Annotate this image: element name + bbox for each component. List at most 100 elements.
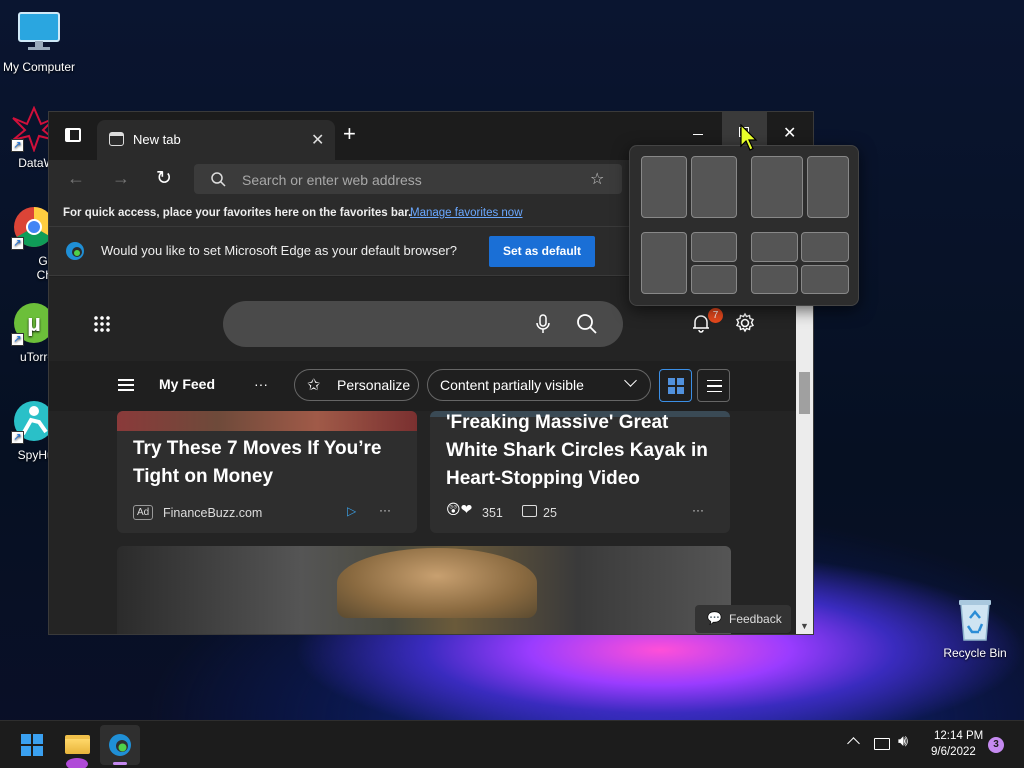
network-icon[interactable] bbox=[874, 738, 890, 750]
file-explorer-button[interactable] bbox=[57, 725, 97, 768]
comment-icon[interactable] bbox=[522, 505, 537, 517]
reaction-emoji-icon: 😲❤ bbox=[446, 501, 473, 517]
windows-logo-icon bbox=[21, 734, 43, 756]
page-scrollbar[interactable]: ▼ bbox=[796, 277, 813, 634]
feed-toolbar: My Feed ··· ✩ Personalize Content partia… bbox=[49, 361, 797, 411]
tab-actions-icon[interactable] bbox=[65, 128, 81, 142]
set-as-default-button[interactable]: Set as default bbox=[489, 236, 595, 267]
card-more-options[interactable]: ··· bbox=[692, 503, 704, 517]
folder-icon bbox=[65, 735, 90, 754]
comment-count: 25 bbox=[543, 506, 557, 520]
card-image bbox=[337, 548, 537, 618]
grid-view-icon bbox=[668, 378, 684, 394]
card-image bbox=[117, 411, 417, 431]
scroll-down-arrow-icon[interactable]: ▼ bbox=[800, 621, 809, 631]
feed-more-options[interactable]: ··· bbox=[254, 376, 268, 392]
search-icon[interactable] bbox=[577, 314, 597, 334]
volume-icon[interactable]: 🔊︎ bbox=[898, 733, 908, 751]
notification-count-badge: 7 bbox=[708, 308, 723, 323]
shortcut-arrow-icon: ↗ bbox=[11, 431, 24, 444]
personalize-sparkle-icon: ✩ bbox=[307, 377, 321, 394]
feed-menu-icon[interactable] bbox=[118, 379, 134, 391]
card-headline: 'Freaking Massive' Great White Shark Cir… bbox=[446, 412, 708, 489]
search-icon bbox=[211, 172, 226, 187]
manage-favorites-link[interactable]: Manage favorites now bbox=[410, 207, 523, 219]
snap-layout-three-bottom[interactable] bbox=[691, 265, 737, 294]
address-placeholder: Search or enter web address bbox=[242, 172, 422, 188]
clock-date[interactable]: 9/6/2022 bbox=[931, 746, 976, 758]
desktop-icon-label: Recycle Bin bbox=[943, 646, 1007, 660]
list-view-button[interactable] bbox=[697, 369, 730, 402]
snap-layout-half-right[interactable] bbox=[691, 156, 737, 218]
edge-logo-icon bbox=[66, 242, 84, 260]
new-tab-page: 7 My Feed ··· ✩ Personalize Content part… bbox=[49, 277, 797, 634]
scroll-thumb[interactable] bbox=[799, 372, 810, 414]
address-bar[interactable]: Search or enter web address ☆ bbox=[194, 164, 622, 194]
monitor-icon bbox=[16, 10, 62, 56]
snap-layout-three-top[interactable] bbox=[691, 232, 737, 262]
notification-center-badge[interactable]: 3 bbox=[988, 737, 1004, 753]
back-arrow-icon[interactable]: ← bbox=[67, 168, 85, 189]
snap-layout-quad-tr[interactable] bbox=[801, 232, 849, 262]
feedback-button[interactable]: 💬 Feedback bbox=[695, 605, 791, 633]
edge-taskbar-button[interactable] bbox=[100, 725, 140, 765]
edge-logo-icon bbox=[109, 734, 131, 756]
my-feed-tab[interactable]: My Feed bbox=[159, 376, 215, 392]
settings-gear-icon[interactable] bbox=[734, 312, 756, 334]
content-visibility-dropdown[interactable]: Content partially visible bbox=[427, 369, 651, 401]
add-favorite-star-icon[interactable]: ☆ bbox=[590, 169, 604, 189]
news-card-image[interactable] bbox=[117, 546, 731, 634]
app-running-indicator bbox=[66, 758, 88, 768]
personalize-button[interactable]: ✩ Personalize bbox=[294, 369, 419, 401]
snap-layout-three-main[interactable] bbox=[641, 232, 687, 294]
grid-view-button[interactable] bbox=[659, 369, 692, 402]
personalize-label: Personalize bbox=[337, 377, 411, 393]
close-tab-icon[interactable]: ✕ bbox=[311, 130, 324, 150]
snap-layout-half-left[interactable] bbox=[641, 156, 687, 218]
snap-layouts-flyout bbox=[629, 145, 859, 306]
ad-badge: Ad bbox=[133, 505, 154, 520]
active-app-indicator bbox=[113, 762, 127, 765]
recycle-bin-icon bbox=[952, 596, 998, 642]
desktop-icon-label: My Computer bbox=[2, 60, 76, 74]
snap-layout-quad-tl[interactable] bbox=[751, 232, 798, 262]
tab-new-tab[interactable]: New tab ✕ bbox=[97, 120, 335, 160]
mouse-cursor-icon bbox=[740, 124, 758, 151]
minimize-icon[interactable] bbox=[693, 134, 703, 135]
close-window-icon[interactable]: ✕ bbox=[783, 123, 796, 143]
refresh-icon[interactable]: ↻ bbox=[156, 167, 172, 190]
page-search-box[interactable] bbox=[223, 301, 623, 347]
new-tab-plus-icon[interactable]: + bbox=[343, 122, 356, 146]
snap-layout-quad-bl[interactable] bbox=[751, 265, 798, 294]
microphone-icon[interactable] bbox=[535, 314, 551, 334]
card-source: FinanceBuzz.com bbox=[163, 506, 263, 520]
shortcut-arrow-icon: ↗ bbox=[11, 237, 24, 250]
shortcut-arrow-icon: ↗ bbox=[11, 139, 24, 152]
new-tab-page-icon bbox=[109, 132, 124, 146]
app-launcher-icon[interactable] bbox=[93, 315, 111, 333]
default-browser-question: Would you like to set Microsoft Edge as … bbox=[101, 243, 457, 258]
start-button[interactable] bbox=[12, 725, 52, 765]
shortcut-arrow-icon: ↗ bbox=[11, 333, 24, 346]
card-more-options[interactable]: ··· bbox=[379, 503, 391, 517]
snap-layout-quad-br[interactable] bbox=[801, 265, 849, 294]
taskbar: 🔊︎ 12:14 PM 9/6/2022 3 bbox=[0, 720, 1024, 768]
desktop-icon-recycle-bin[interactable]: Recycle Bin bbox=[933, 596, 1017, 660]
adchoices-play-icon[interactable]: ▷ bbox=[347, 504, 356, 518]
forward-arrow-icon[interactable]: → bbox=[112, 168, 130, 189]
list-view-icon bbox=[707, 380, 722, 392]
favorites-bar-message: For quick access, place your favorites h… bbox=[63, 207, 412, 219]
snap-layout-split-left[interactable] bbox=[751, 156, 803, 218]
news-card-shark[interactable]: 'Freaking Massive' Great White Shark Cir… bbox=[430, 411, 730, 533]
card-headline: Try These 7 Moves If You’re Tight on Mon… bbox=[133, 438, 382, 487]
snap-layout-split-right[interactable] bbox=[807, 156, 849, 218]
news-card-ad[interactable]: Try These 7 Moves If You’re Tight on Mon… bbox=[117, 411, 417, 533]
svg-text:µ: µ bbox=[27, 310, 41, 337]
desktop-icon-my-computer[interactable]: My Computer bbox=[0, 10, 81, 74]
clock-time[interactable]: 12:14 PM bbox=[934, 730, 983, 742]
feedback-icon: 💬 bbox=[707, 611, 722, 625]
show-hidden-icons-chevron-icon[interactable] bbox=[847, 737, 860, 750]
content-visibility-value: Content partially visible bbox=[440, 377, 584, 393]
feedback-label: Feedback bbox=[729, 612, 782, 626]
chevron-down-icon bbox=[624, 374, 637, 387]
